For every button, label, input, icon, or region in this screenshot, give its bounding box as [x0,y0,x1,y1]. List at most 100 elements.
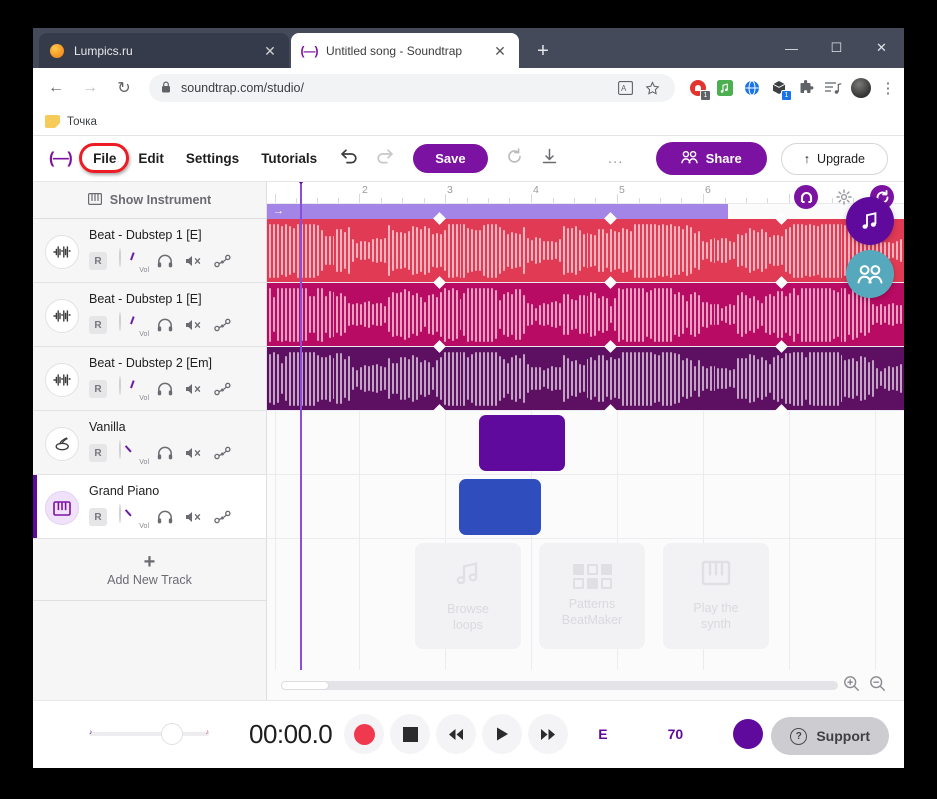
audio-clip[interactable] [267,283,904,346]
collaborate-fab[interactable] [846,250,894,298]
close-icon[interactable]: ✕ [491,42,509,60]
volume-knob[interactable]: Vol [119,440,149,466]
stop-button[interactable] [390,714,431,754]
volume-knob[interactable]: Vol [119,376,149,402]
zoom-in-icon[interactable] [838,675,864,696]
midi-clip[interactable] [459,479,541,535]
track-row[interactable]: Beat - Dubstep 1 [E] R Vol [33,219,266,283]
add-new-track-button[interactable]: + Add New Track [33,539,266,601]
record-arm-button[interactable]: R [89,380,107,398]
automation-icon[interactable] [214,510,231,524]
playhead[interactable] [292,182,310,700]
download-icon[interactable] [541,148,558,170]
bookmark-item[interactable]: Точка [45,115,97,128]
globe-extension-icon[interactable] [743,79,761,97]
mute-icon[interactable] [185,382,202,396]
slider-thumb[interactable] [161,723,183,745]
package-extension-icon[interactable]: 1 [770,79,792,101]
show-instrument-button[interactable]: Show Instrument [33,182,266,219]
soundtrap-logo[interactable]: (—) [49,150,73,168]
metronome-icon[interactable] [733,719,764,749]
close-icon[interactable]: ✕ [261,42,279,60]
support-widget[interactable]: ? Support [771,717,889,755]
save-button[interactable]: Save [413,144,488,173]
audio-clip[interactable] [267,347,904,410]
waveform-icon[interactable] [45,299,79,333]
automation-icon[interactable] [214,254,231,268]
browse-loops-button[interactable]: Browse loops [415,543,521,649]
headphones-icon[interactable] [157,382,173,396]
loop-region[interactable]: → [267,204,728,219]
drum-icon[interactable] [45,427,79,461]
lane-audio-3[interactable] [267,340,904,417]
record-arm-button[interactable]: R [89,252,107,270]
magnet-snap-icon[interactable] [794,185,818,209]
maximize-icon[interactable]: ☐ [814,28,859,68]
puzzle-extension-icon[interactable] [797,79,815,97]
volume-knob[interactable]: Vol [119,248,149,274]
mute-icon[interactable] [185,318,202,332]
waveform-icon[interactable] [45,235,79,269]
bookmark-star-icon[interactable] [643,79,661,97]
headphones-icon[interactable] [157,318,173,332]
tempo-bpm-display[interactable]: 70 [668,726,684,742]
avatar[interactable] [851,78,871,98]
lane-audio-2[interactable] [267,276,904,347]
record-arm-button[interactable]: R [89,316,107,334]
record-arm-button[interactable]: R [89,444,107,462]
menu-file[interactable]: File [78,143,130,173]
headphones-icon[interactable] [157,446,173,460]
song-key-display[interactable]: E [598,726,607,742]
browser-menu-icon[interactable]: ⋮ [880,79,896,97]
patterns-beatmaker-button[interactable]: Patterns BeatMaker [539,543,645,649]
menu-edit[interactable]: Edit [138,151,164,166]
automation-icon[interactable] [214,446,231,460]
address-bar[interactable]: soundtrap.com/studio/ A [149,74,675,102]
browser-tab-lumpics[interactable]: Lumpics.ru ✕ [39,33,289,68]
waveform-icon[interactable] [45,363,79,397]
fast-forward-button[interactable] [528,714,569,754]
lane-audio-1[interactable] [267,212,904,283]
music-note-fab[interactable] [846,197,894,245]
horizontal-scrollbar[interactable] [281,680,838,690]
play-button[interactable] [482,714,523,754]
close-window-icon[interactable]: ✕ [859,28,904,68]
menu-tutorials[interactable]: Tutorials [261,151,317,166]
undo-icon[interactable] [339,148,358,170]
menu-settings[interactable]: Settings [186,151,239,166]
automation-icon[interactable] [214,382,231,396]
automation-icon[interactable] [214,318,231,332]
minimize-icon[interactable]: — [769,28,814,68]
rewind-button[interactable] [436,714,477,754]
volume-knob[interactable]: Vol [119,312,149,338]
reading-list-icon[interactable] [824,79,842,97]
lane-midi-vanilla[interactable] [267,411,904,475]
lane-midi-piano[interactable] [267,475,904,539]
audio-clip[interactable] [267,219,904,282]
translate-icon[interactable]: A [616,79,634,97]
volume-knob[interactable]: Vol [119,504,149,530]
record-button[interactable] [344,714,385,754]
headphones-icon[interactable] [157,510,173,524]
browser-tab-soundtrap[interactable]: (—) Untitled song - Soundtrap ✕ [291,33,519,68]
track-row[interactable]: Beat - Dubstep 1 [E] R Vol [33,283,266,347]
new-tab-button[interactable]: + [530,39,556,65]
track-row[interactable]: Vanilla R Vol [33,411,266,475]
headphones-icon[interactable] [157,254,173,268]
redo-icon[interactable] [376,148,395,170]
track-row[interactable]: Beat - Dubstep 2 [Em] R Vol [33,347,266,411]
record-arm-button[interactable]: R [89,508,107,526]
revert-icon[interactable] [506,147,523,170]
mute-icon[interactable] [185,446,202,460]
zoom-out-icon[interactable] [864,675,890,696]
share-button[interactable]: Share [655,142,767,175]
mute-icon[interactable] [185,510,202,524]
mute-icon[interactable] [185,254,202,268]
scrollbar-thumb[interactable] [281,680,329,690]
upgrade-button[interactable]: ↑ Upgrade [780,142,888,175]
back-icon[interactable]: ← [41,73,71,103]
forward-icon[interactable]: → [75,73,105,103]
opera-gx-extension-icon[interactable]: 1 [689,79,711,101]
midi-clip[interactable] [479,415,565,471]
reload-icon[interactable]: ↻ [109,73,139,103]
